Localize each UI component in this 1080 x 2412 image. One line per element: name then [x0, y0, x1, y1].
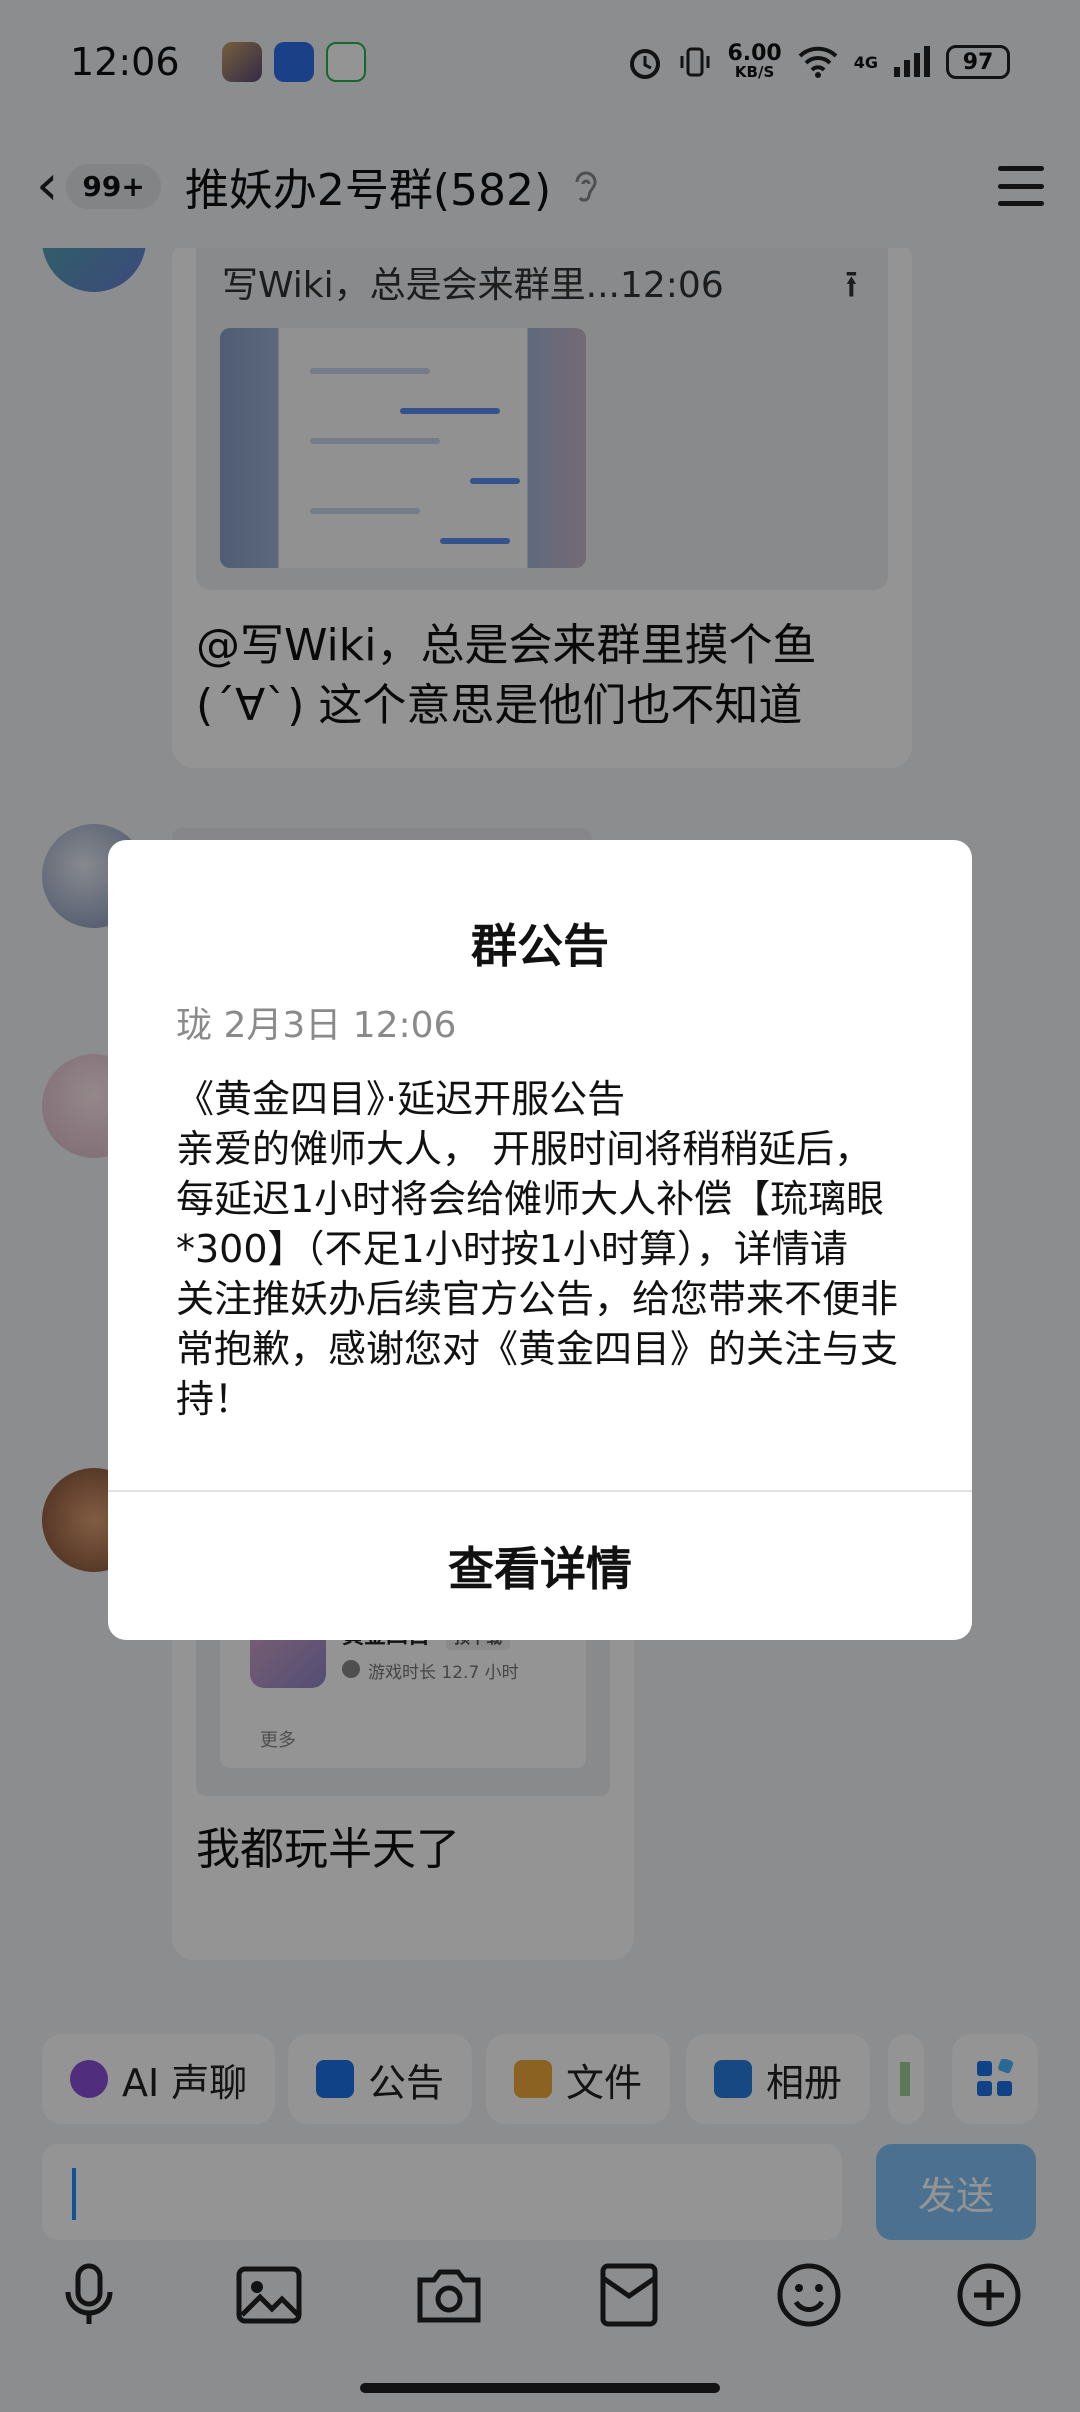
announcement-author-date: 珑 2月3日 12:06: [176, 1005, 457, 1046]
dialog-title: 群公告: [471, 919, 609, 973]
group-announcement-dialog: 群公告 珑 2月3日 12:06 《黄金四目》·延迟开服公告 亲爱的傩师大人， …: [108, 840, 972, 1640]
view-details-button[interactable]: 查看详情: [108, 1492, 972, 1640]
announcement-body: 《黄金四目》·延迟开服公告 亲爱的傩师大人， 开服时间将稍稍延后， 每延迟1小时…: [176, 1077, 899, 1421]
